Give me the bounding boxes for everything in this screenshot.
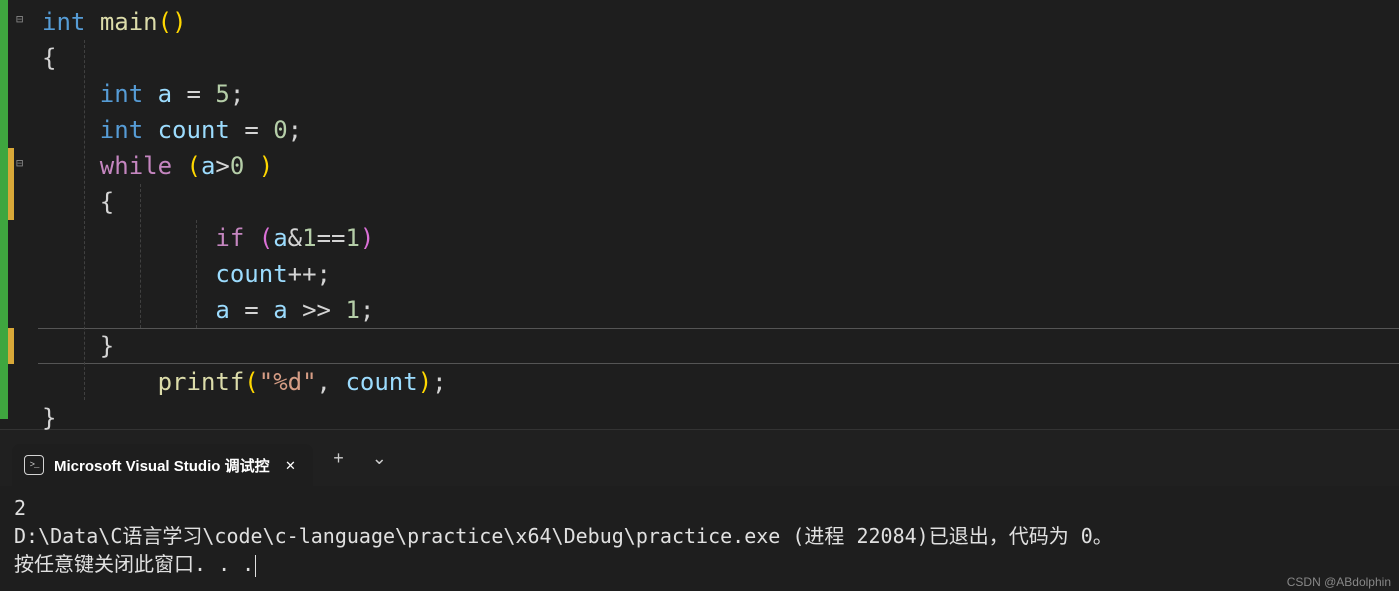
number: 5 [215,80,229,108]
variable: a [158,80,172,108]
code-line: while (a>0 ) [38,148,1399,184]
terminal-line: 按任意键关闭此窗口. . . [14,550,1385,578]
brace: } [100,332,114,360]
fold-toggle-icon[interactable]: ⊟ [16,12,23,26]
change-gutter-green [0,0,8,419]
number: 0 [273,116,287,144]
terminal-line: D:\Data\C语言学习\code\c-language\practice\x… [14,522,1385,550]
punct: ; [230,80,244,108]
variable: count [158,116,230,144]
paren: ( [158,8,172,36]
function-name: printf [158,368,245,396]
terminal-output[interactable]: 2 D:\Data\C语言学习\code\c-language\practice… [0,486,1399,586]
operator: = [187,80,201,108]
fold-gutter: ⊟ ⊟ [14,0,38,429]
punct: ; [317,260,331,288]
brace: { [100,188,114,216]
code-line: } [38,328,1399,364]
code-line: int main() [38,4,1399,40]
terminal-text: 按任意键关闭此窗口. . . [14,552,254,576]
paren: ( [259,224,273,252]
operator: == [317,224,346,252]
code-line: int count = 0; [38,112,1399,148]
code-line: } [38,400,1399,436]
variable: count [215,260,287,288]
terminal-tab-bar: Microsoft Visual Studio 调试控 ✕ + ⌄ [0,430,1399,486]
operator: = [244,116,258,144]
code-content[interactable]: int main() { int a = 5; int count = 0; w… [38,0,1399,429]
new-tab-button[interactable]: + [333,448,344,469]
tab-actions: + ⌄ [333,448,387,469]
brace: { [42,44,56,72]
number: 1 [345,296,359,324]
code-line: printf("%d", count); [38,364,1399,400]
variable: a [201,152,215,180]
code-line: int a = 5; [38,76,1399,112]
string: "%d" [259,368,317,396]
number: 0 [230,152,244,180]
terminal-icon [24,455,44,475]
operator: ++ [288,260,317,288]
tab-title: Microsoft Visual Studio 调试控 [54,455,270,476]
operator: >> [302,296,331,324]
punct: , [317,368,331,396]
variable: a [273,296,287,324]
fold-toggle-icon[interactable]: ⊟ [16,156,23,170]
number: 1 [302,224,316,252]
paren: ) [418,368,432,396]
code-line: count++; [38,256,1399,292]
variable: a [215,296,229,324]
operator: > [215,152,229,180]
code-editor[interactable]: ⊟ ⊟ int main() { int a = 5; int count = … [0,0,1399,429]
terminal-tab[interactable]: Microsoft Visual Studio 调试控 ✕ [12,444,313,486]
cursor-icon [255,555,256,577]
keyword: while [100,152,172,180]
brace: } [42,404,56,432]
paren: ) [259,152,273,180]
operator: = [244,296,258,324]
paren: ( [187,152,201,180]
operator: & [288,224,302,252]
code-line: { [38,184,1399,220]
keyword: if [215,224,244,252]
variable: count [345,368,417,396]
punct: ; [432,368,446,396]
terminal-panel: Microsoft Visual Studio 调试控 ✕ + ⌄ 2 D:\D… [0,429,1399,591]
tab-dropdown-button[interactable]: ⌄ [372,448,387,469]
close-tab-button[interactable]: ✕ [280,453,302,477]
variable: a [273,224,287,252]
code-line: a = a >> 1; [38,292,1399,328]
punct: ; [288,116,302,144]
code-line: if (a&1==1) [38,220,1399,256]
paren: ( [244,368,258,396]
function-name: main [100,8,158,36]
keyword: int [42,8,85,36]
watermark: CSDN @ABdolphin [1287,575,1391,589]
punct: ; [360,296,374,324]
paren: ) [172,8,186,36]
code-line: { [38,40,1399,76]
keyword: int [100,116,143,144]
paren: ) [360,224,374,252]
terminal-line: 2 [14,494,1385,522]
number: 1 [345,224,359,252]
keyword: int [100,80,143,108]
